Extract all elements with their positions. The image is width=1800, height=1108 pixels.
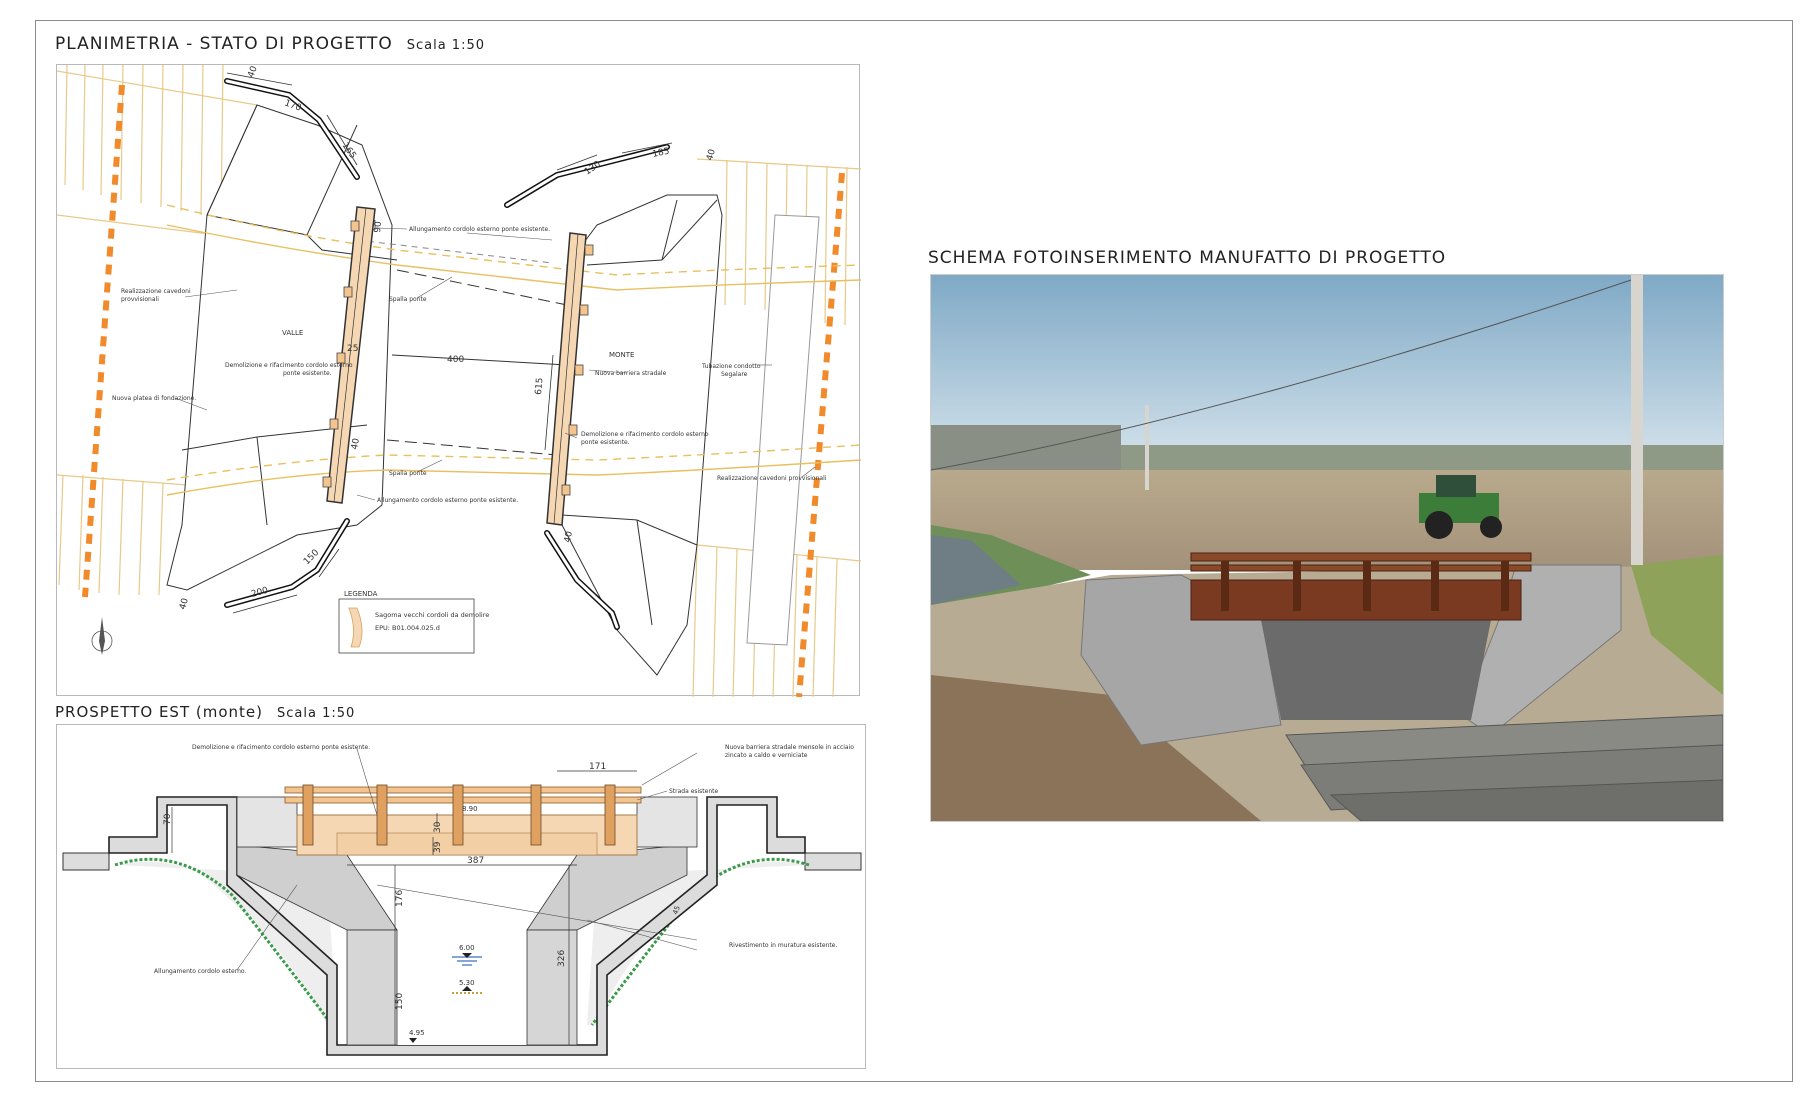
dim-150: 150 (395, 993, 405, 1010)
label-allung-bottom: Allungamento cordolo esterno ponte esist… (377, 497, 518, 504)
north-arrow-icon (91, 617, 113, 655)
dim-40e: 40 (563, 530, 575, 543)
label-valle: VALLE (282, 329, 303, 337)
legend: LEGENDA Sagoma vecchi cordoli da demolir… (338, 590, 489, 654)
utility-pole (1631, 275, 1643, 565)
dim-200: 200 (250, 586, 269, 600)
bridge-deck-photo (1190, 579, 1522, 621)
dim-400: 400 (447, 355, 464, 365)
legend-code: EPU: B01.004.025.d (375, 624, 440, 632)
dim-176: 176 (395, 890, 405, 907)
label-barriera-2: zincato a caldo e verniciate (725, 752, 808, 759)
dim-495: 4.95 (409, 1029, 425, 1037)
dim-185: 185 (652, 147, 671, 160)
label-strada: Strada esistente (669, 788, 719, 795)
dim-171: 171 (589, 762, 606, 772)
label-demol-left-2: ponte esistente. (283, 370, 332, 377)
dim-890: 8.90 (462, 805, 478, 813)
legend-title: LEGENDA (344, 590, 378, 598)
pipe-left (82, 84, 125, 598)
dim-40a: 40 (246, 65, 259, 79)
dim-600: 6.00 (459, 944, 475, 952)
label-demol-right-2: ponte esistente. (581, 439, 630, 446)
label-cavedoni-left-1: Realizzazione cavedoni (121, 288, 191, 295)
plan-drawing: 40 170 165 90 400 25 40 150 200 40 130 1… (56, 64, 862, 698)
dim-326: 326 (557, 950, 567, 967)
dim-90: 90 (373, 221, 384, 234)
label-tubazione-1: Tubazione condotto (701, 363, 761, 370)
label-cavedoni-left-2: provvisionali (121, 296, 159, 303)
cavedone-right (746, 214, 820, 646)
label-rivestimento: Rivestimento in muratura esistente. (729, 942, 837, 949)
label-barriera-1: Nuova barriera stradale mensole in accia… (725, 744, 854, 751)
dim-615: 615 (534, 377, 545, 395)
photo-insertion (930, 274, 1724, 822)
dim-40c: 40 (178, 597, 191, 611)
plan-title: PLANIMETRIA - STATO DI PROGETTO (55, 34, 393, 54)
tree-line (931, 425, 1121, 470)
dim-25: 25 (347, 344, 358, 354)
pier-right (526, 929, 578, 1046)
label-cavedoni-right: Realizzazione cavedoni provvisionali (717, 475, 827, 482)
elevation-title-block: PROSPETTO EST (monte) Scala 1:50 (55, 702, 355, 721)
label-monte: MONTE (609, 351, 634, 359)
legend-item: Sagoma vecchi cordoli da demolire (375, 611, 489, 619)
dim-530: 5.30 (459, 979, 475, 987)
bridge-opening (1261, 620, 1491, 720)
label-allung-top: Allungamento cordolo esterno ponte esist… (409, 226, 550, 233)
elevation-title: PROSPETTO EST (monte) (55, 703, 263, 721)
dim-400-line (391, 354, 568, 366)
label-allung: Allungamento cordolo esterno. (154, 968, 246, 975)
label-spalla-bottom: Spalla ponte (389, 470, 427, 477)
ground-left (62, 852, 110, 871)
spalla-axis-bottom (386, 439, 558, 456)
label-tubazione-2: Segalare (721, 371, 748, 378)
label-spalla-top: Spalla ponte (389, 296, 427, 303)
pier-left (346, 929, 398, 1046)
photo-title: SCHEMA FOTOINSERIMENTO MANUFATTO DI PROG… (928, 248, 1447, 268)
field-hatch-left-bottom (56, 474, 188, 596)
dim-40b: 40 (350, 437, 362, 450)
label-demol-left-1: Demolizione e rifacimento cordolo estern… (225, 362, 353, 369)
plan-scale: Scala 1:50 (406, 38, 485, 53)
bridge-barrier-photo (1190, 552, 1532, 562)
dim-39: 39 (433, 841, 443, 853)
ground-right (804, 852, 862, 871)
dim-387: 387 (467, 856, 484, 866)
elevation-scale: Scala 1:50 (277, 706, 356, 721)
plan-title-block: PLANIMETRIA - STATO DI PROGETTO Scala 1:5… (55, 34, 485, 54)
label-demol: Demolizione e rifacimento cordolo estern… (192, 744, 370, 751)
label-demol-right-1: Demolizione e rifacimento cordolo estern… (581, 431, 709, 438)
elevation-drawing: 171 70 8.90 39 30 387 176 326 45 150 6.0… (56, 724, 866, 1069)
dim-70: 70 (163, 813, 173, 825)
dim-30: 30 (433, 821, 443, 833)
